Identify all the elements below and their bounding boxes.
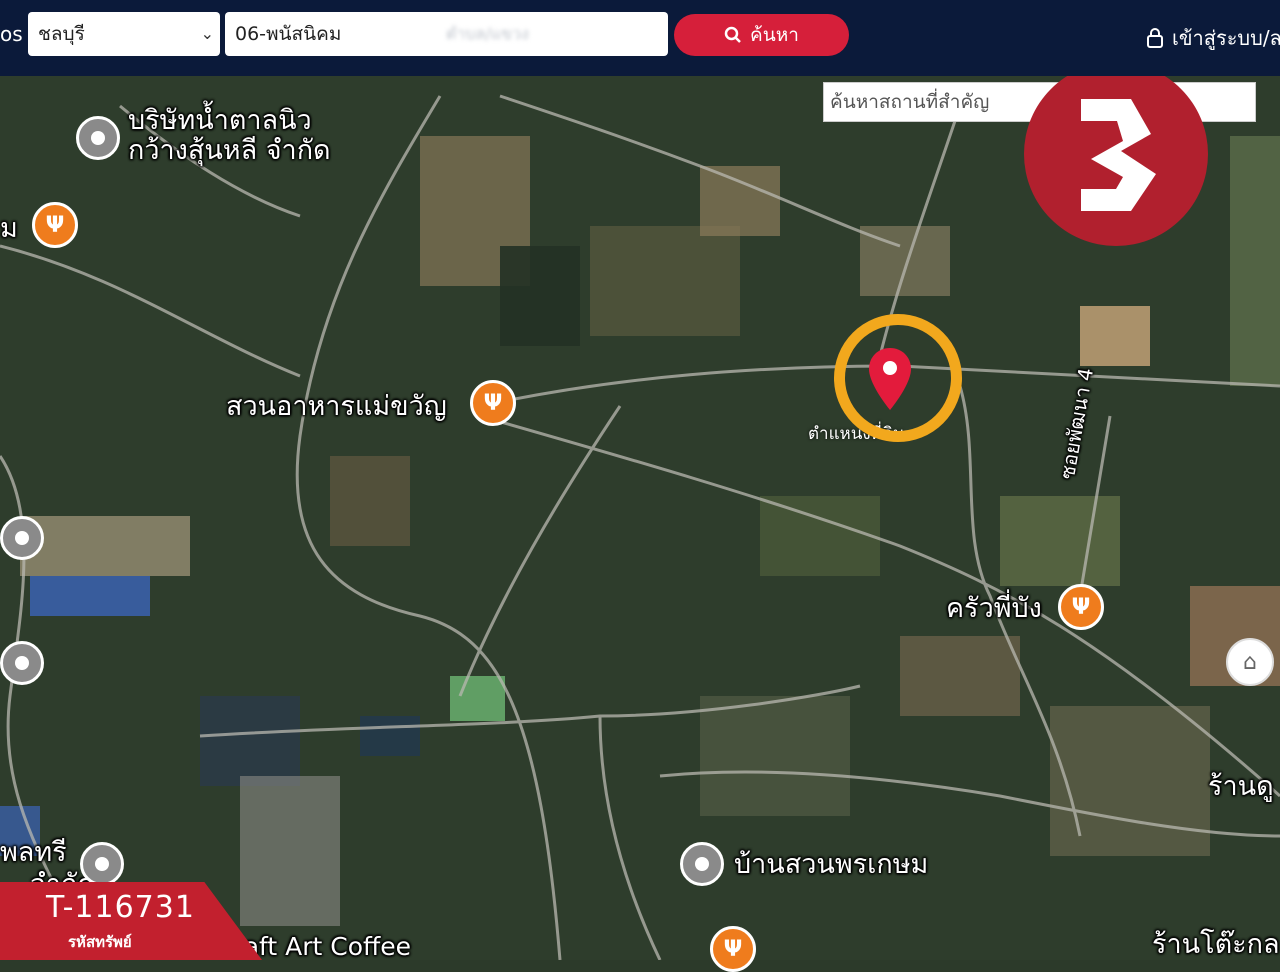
property-code-label: รหัสทรัพย์ xyxy=(68,933,132,951)
subdistrict-blurred: ตำบล/แขวง xyxy=(446,24,529,43)
map-pin-icon[interactable] xyxy=(76,116,120,160)
search-button[interactable]: ค้นหา xyxy=(674,14,849,56)
restaurant-icon[interactable]: Ψ xyxy=(710,926,756,972)
district-value: 06-พนัสนิคม xyxy=(235,23,342,45)
province-value: ชลบุรี xyxy=(38,23,85,45)
property-code-badge: T-116731 รหัสทรัพย์ xyxy=(0,882,262,960)
restaurant-icon[interactable]: Ψ xyxy=(470,380,516,426)
brand-logo xyxy=(1024,62,1208,246)
poi-village[interactable]: บ้านสวนพรเกษม xyxy=(734,848,928,882)
map-pin-icon[interactable] xyxy=(0,516,44,560)
logo-icon xyxy=(1081,99,1156,211)
temple-icon[interactable]: ⌂ xyxy=(1226,638,1274,686)
poi-bottom-right: ร้านโต๊ะกล xyxy=(1152,929,1280,960)
cut-label: os xyxy=(0,22,23,46)
property-code: T-116731 xyxy=(46,890,195,925)
map-pin-icon[interactable] xyxy=(680,842,724,886)
login-link[interactable]: เข้าสู่ระบบ/ล xyxy=(1146,22,1280,54)
restaurant-icon[interactable]: Ψ xyxy=(32,202,78,248)
poi-company[interactable]: บริษัทน้ำตาลนิว กว้างสุ้นหลี จำกัด xyxy=(128,106,331,166)
poi-shop-right[interactable]: ร้านดู xyxy=(1208,770,1274,804)
search-icon xyxy=(724,26,741,43)
location-pin-icon[interactable] xyxy=(866,346,914,412)
top-bar: os ชลบุรี ⌄ 06-พนัสนิคม ตำบล/แขวง ค้นหา … xyxy=(0,0,1280,76)
map-pin-icon[interactable] xyxy=(0,641,44,685)
login-label: เข้าสู่ระบบ/ล xyxy=(1172,26,1280,50)
chevron-down-icon: ⌄ xyxy=(200,24,214,43)
poi-bottom-left: พลทรี xyxy=(0,837,67,868)
restaurant-icon[interactable]: Ψ xyxy=(1058,584,1104,630)
lock-icon xyxy=(1147,28,1163,48)
search-button-label: ค้นหา xyxy=(750,24,799,46)
province-select[interactable]: ชลบุรี ⌄ xyxy=(28,12,220,56)
map-pin-icon[interactable] xyxy=(80,842,124,886)
poi-left-cut: ม xyxy=(0,213,18,244)
poi-restaurant-2[interactable]: ครัวพี่บัง xyxy=(946,592,1042,626)
poi-restaurant-1[interactable]: สวนอาหารแม่ขวัญ xyxy=(226,390,447,424)
